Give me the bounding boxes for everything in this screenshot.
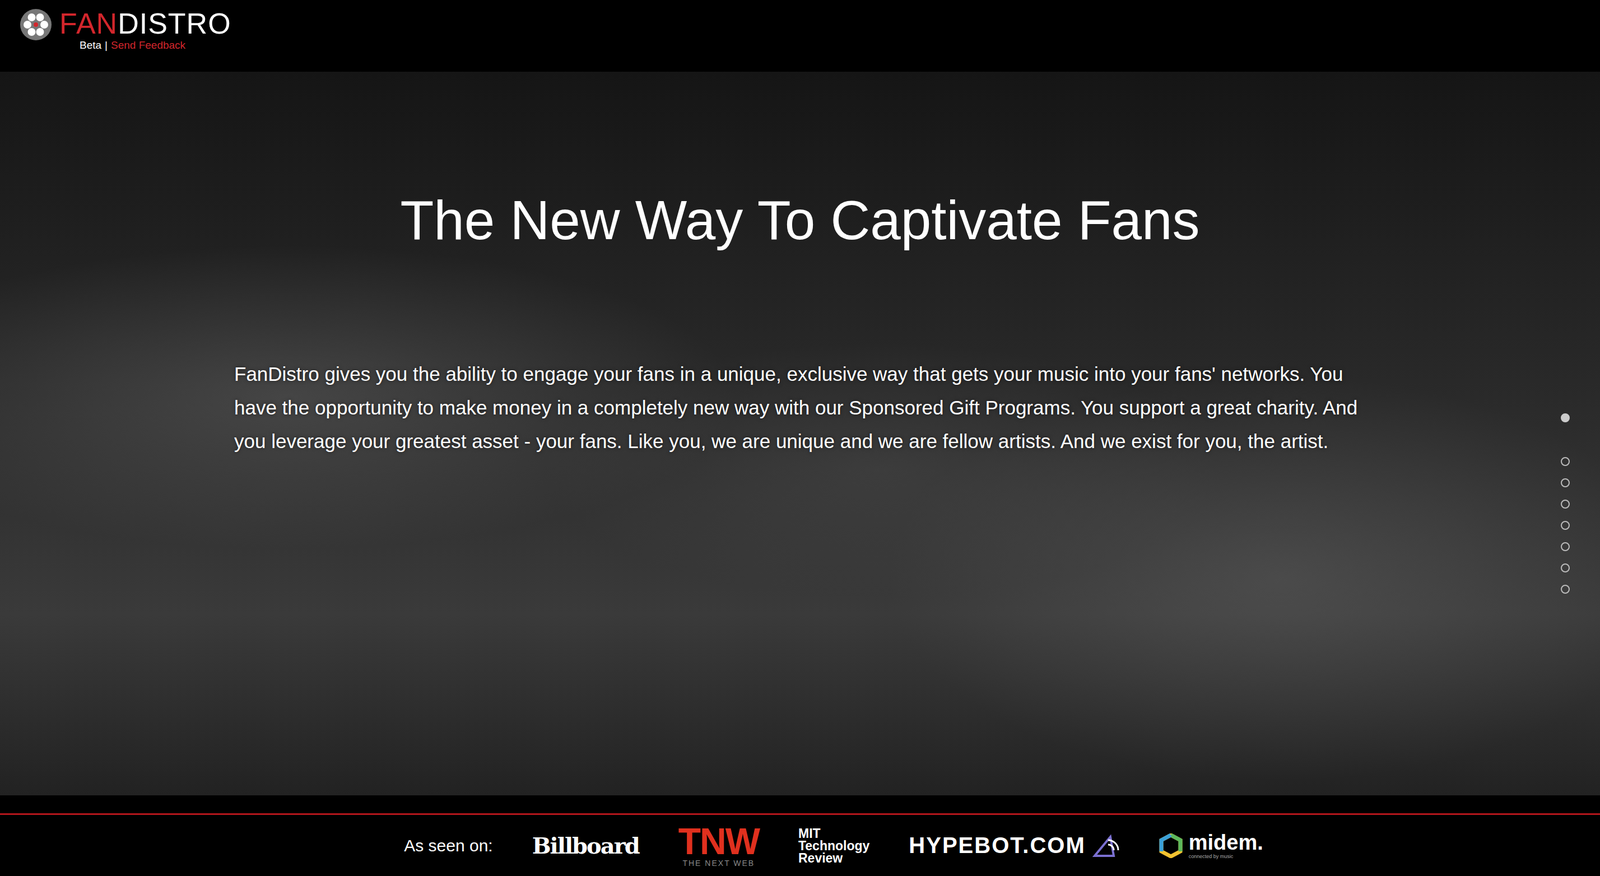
slide-dot[interactable] <box>1560 499 1570 509</box>
brand-name[interactable]: FANDISTRO <box>59 7 232 40</box>
slide-dot[interactable] <box>1560 563 1570 573</box>
slide-dot[interactable] <box>1560 521 1570 530</box>
as-seen-label: As seen on: <box>403 836 493 856</box>
separator: | <box>104 39 108 52</box>
slide-dot[interactable] <box>1560 457 1570 467</box>
beta-label: Beta <box>79 39 102 52</box>
slide-dot[interactable] <box>1560 542 1570 552</box>
hero-body: FanDistro gives you the ability to engag… <box>234 357 1366 459</box>
brand-part: FAN <box>59 7 118 40</box>
press-logo[interactable]: MITTechnologyReview <box>798 827 870 865</box>
press-text: connected by music <box>1188 853 1264 860</box>
midem-text: midem.connected by music <box>1188 831 1264 860</box>
press-logo[interactable]: TNWTHE NEXT WEB <box>678 824 760 868</box>
feedback-link[interactable]: Send Feedback <box>110 39 186 52</box>
press-text: Technology <box>798 839 870 853</box>
press-text: Review <box>798 852 843 865</box>
press-text: TNW <box>678 824 760 859</box>
press-logo[interactable]: midem.connected by music <box>1158 831 1264 860</box>
signal-icon <box>1091 833 1120 859</box>
hero: The New Way To Captivate Fans FanDistro g… <box>0 71 1600 796</box>
brand-text: FANDISTROBeta|Send Feedback <box>59 7 232 52</box>
midem-icon <box>1158 833 1184 859</box>
press-text: midem. <box>1188 831 1264 854</box>
footer: As seen on: Billboard TNWTHE NEXT WEB MITTe… <box>0 813 1600 876</box>
brand-sub: Beta|Send Feedback <box>79 39 232 52</box>
slide-nav <box>1560 413 1570 594</box>
top-bar: FANDISTROBeta|Send Feedback <box>0 0 1600 72</box>
brand-part: DISTRO <box>117 7 231 40</box>
spacer <box>0 795 1600 814</box>
hero-title: The New Way To Captivate Fans <box>400 186 1200 254</box>
slide-dot[interactable] <box>1560 478 1570 488</box>
logo-icon <box>19 7 53 42</box>
press-text: THE NEXT WEB <box>682 858 755 868</box>
brand[interactable]: FANDISTROBeta|Send Feedback <box>19 7 232 52</box>
press-logo[interactable]: HYPEBOT.COM <box>908 833 1119 859</box>
press-text: MIT <box>798 827 821 840</box>
press-logo[interactable]: Billboard <box>532 832 640 859</box>
slide-dot[interactable] <box>1560 584 1570 594</box>
press-text: Billboard <box>532 832 640 859</box>
press-text: HYPEBOT.COM <box>908 833 1086 859</box>
slide-dot[interactable] <box>1560 413 1570 423</box>
